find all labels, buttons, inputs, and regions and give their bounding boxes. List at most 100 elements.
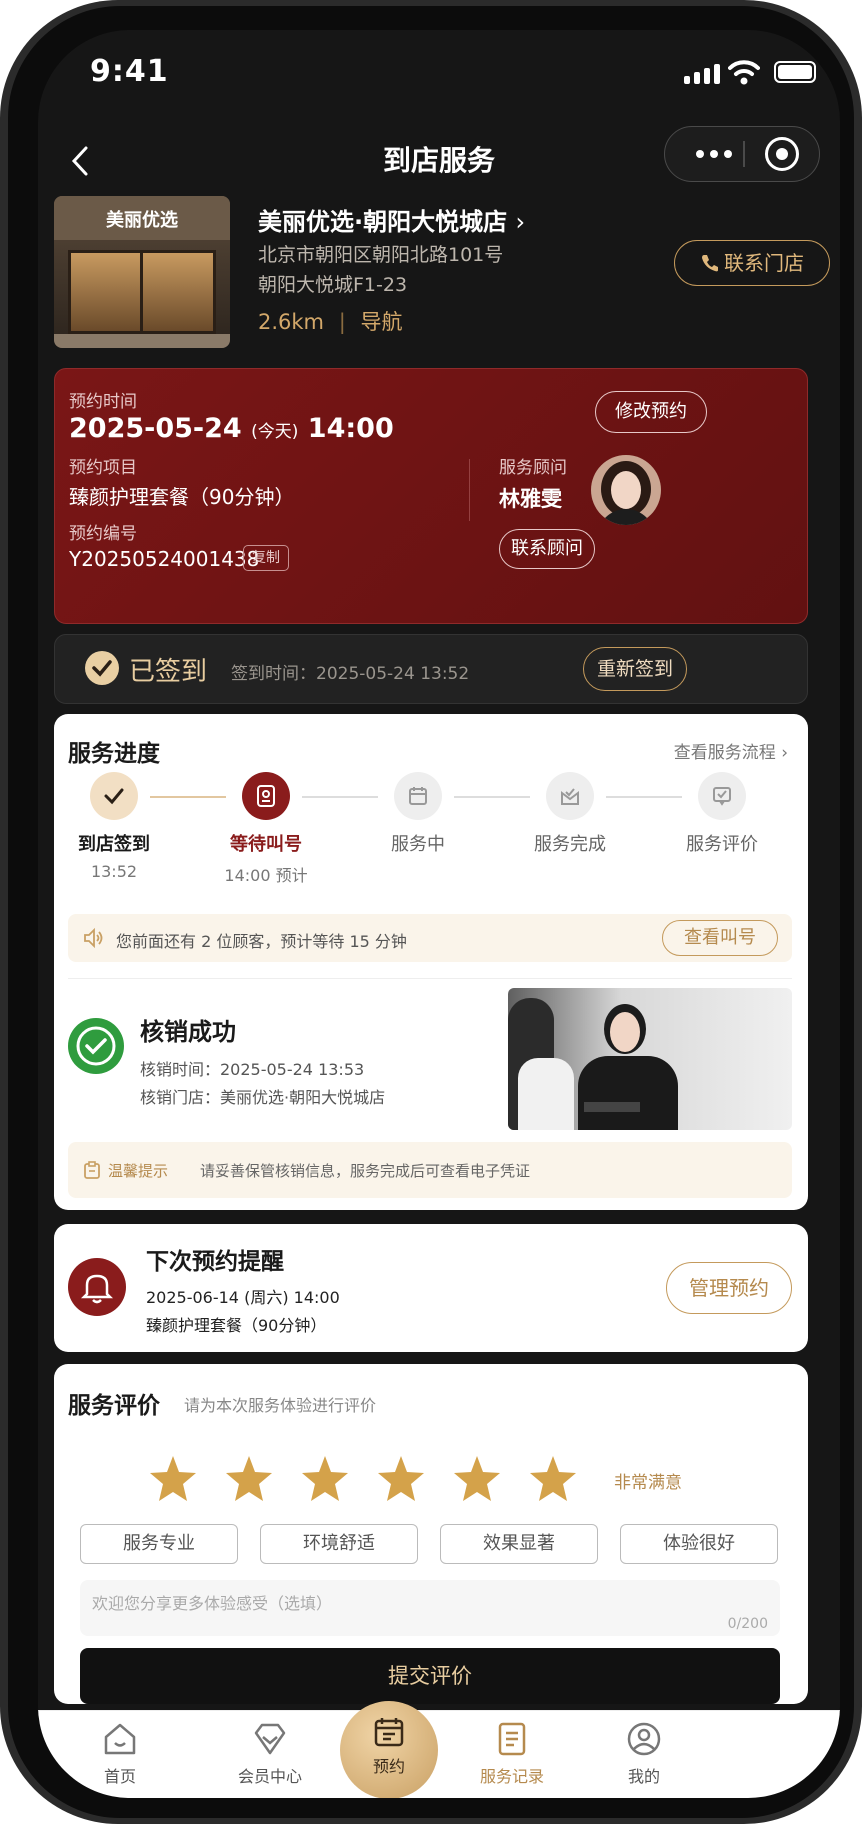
review-title: 服务评价 [68,1393,160,1419]
signal-icon [684,64,720,84]
star-icon[interactable] [300,1454,350,1504]
review-tag[interactable]: 环境舒适 [260,1524,418,1564]
home-icon [104,1723,136,1755]
bell-icon [68,1258,126,1316]
phone-icon [702,255,718,272]
tip-banner: 温馨提示 请妥善保管核销信息，服务完成后可查看电子凭证 [68,1142,792,1198]
verify-success-icon [68,1018,124,1074]
star-icon[interactable] [224,1454,274,1504]
step-waiting: 等待叫号 14:00 预计 [196,772,336,886]
card-divider [469,459,470,521]
user-icon [627,1722,661,1756]
chevron-right-icon: › [515,208,526,236]
contact-store-button[interactable]: 联系门店 [674,240,830,286]
star-icon[interactable] [148,1454,198,1504]
checkin-bar: 已签到 签到时间：2025-05-24 13:52 重新签到 [54,634,808,704]
number-label: 预约编号 [69,524,137,544]
tab-home[interactable]: 首页 [60,1719,180,1787]
tab-mine[interactable]: 我的 [584,1719,704,1787]
tab-member[interactable]: 会员中心 [210,1719,330,1787]
capsule-divider [743,141,745,167]
view-queue-button[interactable]: 查看叫号 [662,920,778,956]
tab-records[interactable]: 服务记录 [452,1719,572,1787]
next-date: 2025-06-14 (周六) 14:00 [146,1288,340,1307]
appointment-card: 预约时间 2025-05-24 (今天) 14:00 修改预约 预约项目 臻颜护… [54,368,808,624]
review-tag[interactable]: 效果显著 [440,1524,598,1564]
address-line-2: 朝阳大悦城F1-23 [258,274,408,296]
step-done: 服务完成 [500,772,640,856]
battery-icon [774,61,816,83]
step-in-service: 服务中 [348,772,488,856]
project-label: 预约项目 [69,458,137,478]
star-icon[interactable] [528,1454,578,1504]
divider [68,978,792,979]
verify-time: 核销时间：2025-05-24 13:53 [140,1060,365,1079]
verify-store: 核销门店：美丽优选·朝阳大悦城店 [140,1088,386,1107]
star-icon[interactable] [452,1454,502,1504]
recheck-button[interactable]: 重新签到 [583,647,687,691]
close-target-icon[interactable] [765,137,799,171]
step-name: 服务完成 [534,834,606,855]
copy-button[interactable]: 复制 [243,545,289,571]
star-rating [148,1454,576,1504]
checkin-status: 已签到 [129,657,208,687]
distance-divider: | [338,310,346,334]
comment-check-icon [698,772,746,820]
contact-advisor-button[interactable]: 联系顾问 [499,529,595,569]
review-tag[interactable]: 体验很好 [620,1524,778,1564]
calendar-icon [374,1718,404,1747]
submit-review-button[interactable]: 提交评价 [80,1648,780,1704]
document-icon [498,1722,526,1756]
step-name: 等待叫号 [230,834,302,855]
step-name: 服务中 [391,834,445,855]
status-time: 9:41 [90,54,169,89]
modify-appointment-button[interactable]: 修改预约 [595,391,707,433]
review-tag[interactable]: 服务专业 [80,1524,238,1564]
appointment-time-label: 预约时间 [69,392,137,412]
review-subtitle: 请为本次服务体验进行评价 [184,1396,377,1415]
consultation-photo [508,988,792,1130]
distance-value: 2.6km [258,310,325,334]
progress-steps: 到店签到 13:52 等待叫号 14:00 预计 服务中 服务完成 服务评价 [54,772,808,892]
phone-frame: 9:41 到店服务 美丽优选 美丽优选·朝阳大悦城店 › 北京市朝阳区朝阳北路1… [0,0,862,1824]
tab-label: 首页 [103,1767,136,1786]
avatar [591,455,661,525]
appointment-time: 2025-05-24 (今天) 14:00 [69,413,394,444]
next-project: 臻颜护理套餐（90分钟） [146,1316,327,1335]
manage-appointment-button[interactable]: 管理预约 [666,1262,792,1314]
star-icon[interactable] [376,1454,426,1504]
review-tags: 服务专业 环境舒适 效果显著 体验很好 [80,1524,780,1564]
step-name: 服务评价 [686,834,758,855]
address-line-1: 北京市朝阳区朝阳北路101号 [258,244,504,266]
store-distance: 2.6km | 导航 [258,306,402,336]
progress-card: 服务进度 查看服务流程 › 到店签到 13:52 等待叫号 14:00 预计 服… [54,714,808,1210]
next-appointment-card: 下次预约提醒 2025-06-14 (周六) 14:00 臻颜护理套餐（90分钟… [54,1224,808,1352]
step-sub: 13:52 [90,862,138,881]
check-circle-icon [85,651,119,685]
check-icon [90,772,138,820]
appointment-number: Y20250524001438 [69,547,260,571]
navigate-link[interactable]: 导航 [360,310,402,334]
progress-title: 服务进度 [68,741,160,767]
store-address: 北京市朝阳区朝阳北路101号 朝阳大悦城F1-23 [258,240,558,300]
textarea-placeholder: 欢迎您分享更多体验感受（选填） [92,1594,333,1613]
status-bar: 9:41 [38,30,840,122]
view-flow-link[interactable]: 查看服务流程 › [674,738,788,763]
tab-label: 我的 [627,1767,660,1786]
step-review: 服务评价 [652,772,792,856]
wifi-icon [728,60,760,85]
checkin-time: 签到时间：2025-05-24 13:52 [231,664,470,684]
step-name: 到店签到 [78,834,150,855]
review-textarea[interactable]: 欢迎您分享更多体验感受（选填） 0/200 [80,1580,780,1636]
calendar-icon [394,772,442,820]
tab-label: 会员中心 [237,1767,302,1786]
tab-book[interactable]: 预约 [340,1701,438,1798]
envelope-check-icon [546,772,594,820]
screen: 9:41 到店服务 美丽优选 美丽优选·朝阳大悦城店 › 北京市朝阳区朝阳北路1… [38,30,840,1798]
more-icon[interactable] [687,127,741,181]
phone-bezel: 9:41 到店服务 美丽优选 美丽优选·朝阳大悦城店 › 北京市朝阳区朝阳北路1… [8,6,854,1818]
advisor-label: 服务顾问 [499,458,567,478]
store-info: 美丽优选 美丽优选·朝阳大悦城店 › 北京市朝阳区朝阳北路101号 朝阳大悦城F… [54,196,830,348]
store-name[interactable]: 美丽优选·朝阳大悦城店 › [258,202,525,237]
mini-program-capsule [664,126,820,182]
